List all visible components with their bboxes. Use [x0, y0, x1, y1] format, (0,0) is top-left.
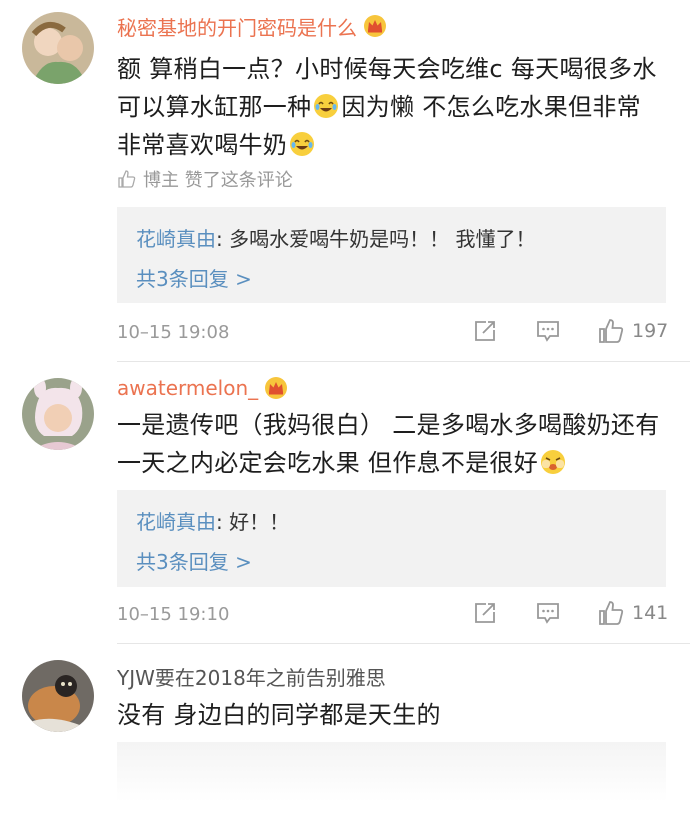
view-replies-link[interactable]: 共3条回复 >: [136, 546, 252, 575]
reply-box[interactable]: [117, 742, 666, 802]
author-liked-note: 博主 赞了这条评论: [117, 166, 293, 192]
username[interactable]: YJW要在2018年之前告别雅思: [117, 662, 386, 690]
username-text[interactable]: YJW要在2018年之前告别雅思: [117, 662, 386, 691]
username-text[interactable]: 秘密基地的开门密码是什么: [117, 12, 357, 41]
comment-icon: [537, 321, 559, 342]
reply-button[interactable]: [535, 600, 561, 626]
avatar-image: [22, 378, 94, 450]
comment-2: awatermelon_ 一是遗传吧（我妈很白） 二是多喝水多喝酸奶还有一天之内…: [0, 362, 690, 642]
comment-1: 秘密基地的开门密码是什么 额 算稍白一点？小时候每天会吃维c 每天喝很多水 可以…: [0, 0, 690, 360]
like-button[interactable]: 197: [598, 318, 668, 344]
blush-emoji-icon: [541, 450, 566, 474]
share-button[interactable]: [472, 600, 498, 626]
reply-text: : 好！！: [216, 510, 290, 534]
thumb-up-icon: [118, 170, 136, 188]
comment-text: 没有 身边白的同学都是天生的: [117, 696, 662, 734]
reply-username[interactable]: 花崎真由: [136, 227, 216, 251]
thumb-up-icon: [599, 319, 624, 343]
like-button[interactable]: 141: [598, 600, 668, 626]
username[interactable]: 秘密基地的开门密码是什么: [117, 12, 387, 40]
reply-username[interactable]: 花崎真由: [136, 510, 216, 534]
liked-by-text: 博主 赞了这条评论: [143, 170, 293, 191]
username[interactable]: awatermelon_: [117, 374, 288, 402]
avatar[interactable]: [22, 660, 94, 732]
comment-text: 一是遗传吧（我妈很白） 二是多喝水多喝酸奶还有一天之内必定会吃水果 但作息不是很…: [117, 406, 662, 482]
comment-text: 额 算稍白一点？小时候每天会吃维c 每天喝很多水 可以算水缸那一种 因为懒 不怎…: [117, 50, 662, 164]
avatar-image: [22, 12, 94, 84]
view-replies-link[interactable]: 共3条回复 >: [136, 263, 252, 292]
laugh-cry-emoji-icon: [290, 132, 315, 156]
crown-icon: [364, 15, 386, 37]
reply-box[interactable]: 花崎真由: 好！！ 共3条回复 >: [117, 490, 666, 587]
reply-button[interactable]: [535, 318, 561, 344]
comment-time: 10–15 19:10: [117, 604, 230, 625]
comment-icon: [537, 603, 559, 624]
comment-time: 10–15 19:08: [117, 322, 230, 343]
like-count: 141: [632, 602, 669, 624]
username-text[interactable]: awatermelon_: [117, 376, 258, 400]
avatar[interactable]: [22, 378, 94, 450]
share-button[interactable]: [472, 318, 498, 344]
reply-text: : 多喝水爱喝牛奶是吗！！ 我懂了！: [216, 227, 536, 251]
avatar-image: [22, 660, 94, 732]
comment-text-content: 没有 身边白的同学都是天生的: [117, 701, 441, 729]
reply-preview: 花崎真由: 多喝水爱喝牛奶是吗！！ 我懂了！: [136, 223, 535, 252]
comment-text-content: 一是遗传吧（我妈很白） 二是多喝水多喝酸奶还有一天之内必定会吃水果 但作息不是很…: [117, 411, 660, 477]
laugh-cry-emoji-icon: [314, 94, 339, 118]
reply-box[interactable]: 花崎真由: 多喝水爱喝牛奶是吗！！ 我懂了！ 共3条回复 >: [117, 207, 666, 303]
share-icon: [475, 321, 495, 341]
share-icon: [475, 603, 495, 623]
thumb-up-icon: [599, 601, 624, 625]
like-count: 197: [632, 320, 669, 342]
reply-preview: 花崎真由: 好！！: [136, 506, 289, 535]
crown-icon: [265, 377, 288, 399]
comment-3: YJW要在2018年之前告别雅思 没有 身边白的同学都是天生的: [0, 644, 690, 836]
avatar[interactable]: [22, 12, 94, 84]
